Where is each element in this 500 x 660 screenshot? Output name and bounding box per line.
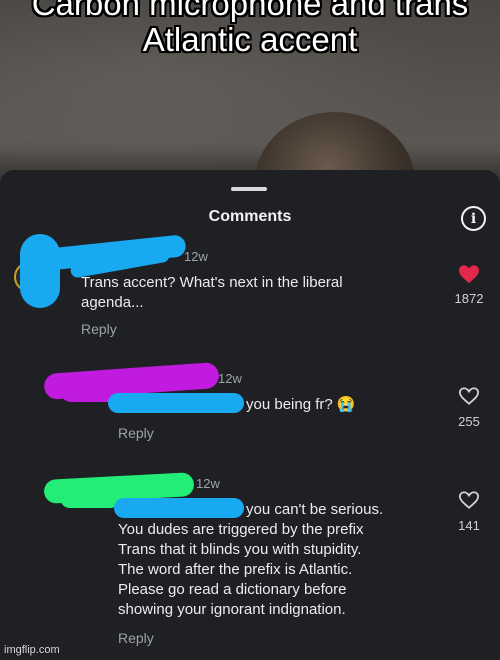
comment-text: you can't be serious. You dudes are trig… [118,501,384,618]
watermark: imgflip.com [4,644,60,656]
heart-filled-icon[interactable] [458,264,480,284]
heart-outline-icon[interactable] [458,386,480,406]
reply-button[interactable]: Reply [118,425,154,441]
reply-button[interactable]: Reply [118,630,154,646]
like-count: 141 [458,518,480,533]
comment-item: 12w you being fr? 😭 Reply 255 [0,361,500,452]
comment-item: 12w Trans accent? What's next in the lib… [0,234,500,352]
redaction-scribble [108,393,244,413]
redaction-scribble [20,234,60,308]
sheet-handle[interactable] [231,187,267,191]
heart-outline-icon[interactable] [458,490,480,510]
comment-timestamp: 12w [184,249,208,264]
comment-text: Trans accent? What's next in the liberal… [81,274,343,311]
comments-sheet: Comments i 12w Trans accent? What's next… [0,170,500,660]
like-count: 255 [458,414,480,429]
redaction-scribble [60,488,120,508]
sheet-title: Comments [208,208,292,225]
comment-text: you being fr? 😭 [246,396,356,413]
comment-timestamp: 12w [196,476,220,491]
reply-button[interactable]: Reply [81,321,117,337]
info-icon[interactable]: i [461,206,486,231]
video-caption: Carbon microphone and trans Atlantic acc… [31,0,469,58]
comment-timestamp: 12w [218,371,242,386]
comment-item: 12w you can't be serious. You dudes are … [0,468,500,658]
like-count: 1872 [454,291,484,306]
